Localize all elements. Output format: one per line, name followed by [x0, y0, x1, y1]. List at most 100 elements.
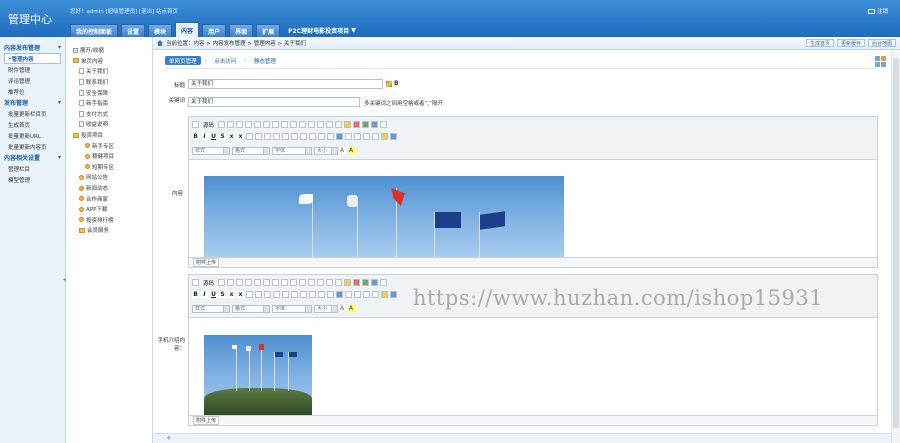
- bg-color-icon[interactable]: A: [349, 147, 356, 154]
- underline-icon[interactable]: U: [210, 133, 217, 140]
- sidebar-item-model[interactable]: 模型管理: [0, 174, 65, 185]
- editor-content[interactable]: [189, 160, 877, 257]
- toolbar-icon[interactable]: [309, 291, 316, 298]
- toolbar-icon[interactable]: [263, 279, 271, 286]
- toolbar-icon[interactable]: [246, 133, 253, 140]
- source-label[interactable]: 源码: [201, 279, 216, 287]
- sidebar-item-manage-content[interactable]: » 管理内容: [4, 53, 61, 64]
- toolbar-icon[interactable]: [227, 121, 235, 128]
- toolbar-icon[interactable]: [264, 291, 271, 298]
- flash-icon[interactable]: [353, 121, 361, 128]
- strike-icon[interactable]: S: [219, 291, 226, 298]
- tab-settings[interactable]: 设置: [121, 24, 146, 37]
- bold-icon[interactable]: B: [192, 291, 199, 298]
- toolbar-icon[interactable]: [272, 121, 280, 128]
- sidebar-section-publish[interactable]: 发布管理 ▾: [0, 97, 65, 108]
- toolbar-icon[interactable]: [245, 279, 253, 286]
- site-map-button[interactable]: 后台地图: [867, 39, 896, 47]
- toolbar-icon[interactable]: [273, 133, 280, 140]
- toolbar-icon[interactable]: [255, 133, 262, 140]
- toolbar-icon[interactable]: [218, 279, 226, 286]
- format-select[interactable]: 格式: [232, 146, 270, 155]
- keyword-input[interactable]: 关于我们: [188, 97, 360, 107]
- toolbar-icon[interactable]: [291, 291, 298, 298]
- toolbar-icon[interactable]: [380, 279, 388, 286]
- strike-icon[interactable]: S: [219, 133, 226, 140]
- tree-node[interactable]: 新手指南: [67, 98, 152, 109]
- toolbar-icon[interactable]: [317, 279, 325, 286]
- sidebar-section-content-publish[interactable]: 内容发布管理 ▾: [0, 42, 65, 53]
- size-select[interactable]: 大小: [314, 304, 338, 313]
- logout-button[interactable]: 注销: [867, 7, 888, 15]
- tree-node[interactable]: 新手专区: [67, 140, 152, 151]
- toolbar-icon[interactable]: [363, 291, 370, 298]
- style-select[interactable]: 样式: [192, 304, 230, 313]
- video-icon[interactable]: [371, 279, 379, 286]
- superscript-icon[interactable]: x: [237, 133, 244, 140]
- tree-node[interactable]: 新闻动态: [67, 183, 152, 194]
- font-color-icon[interactable]: A: [340, 147, 347, 154]
- toolbar-icon[interactable]: [390, 133, 397, 140]
- font-select[interactable]: 字体: [272, 146, 312, 155]
- media-icon[interactable]: [362, 279, 370, 286]
- media-icon[interactable]: [362, 121, 370, 128]
- bold-icon[interactable]: B: [394, 80, 399, 87]
- tree-node[interactable]: 联系我们: [67, 77, 152, 88]
- tab-single-page[interactable]: 单网页管理: [165, 56, 201, 65]
- toolbar-icon[interactable]: [254, 121, 262, 128]
- image-icon[interactable]: [344, 279, 352, 286]
- sidebar-section-content-settings[interactable]: 内容相关设置 ▾: [0, 152, 65, 163]
- sidebar-item-recommend[interactable]: 推荐位: [0, 86, 65, 97]
- toolbar-icon[interactable]: [246, 291, 253, 298]
- sidebar-item-comments[interactable]: 评论管理: [0, 75, 65, 86]
- tab-static[interactable]: 静态管理: [250, 56, 280, 65]
- user-info[interactable]: 您好！admin [超级管理员] [退出] 站点首页: [70, 7, 178, 15]
- toolbar-icon[interactable]: [290, 121, 298, 128]
- bold-icon[interactable]: B: [192, 133, 199, 140]
- toolbar-icon[interactable]: [255, 291, 262, 298]
- video-icon[interactable]: [371, 121, 379, 128]
- toolbar-icon[interactable]: [264, 133, 271, 140]
- tree-node[interactable]: 投资项目: [67, 130, 152, 141]
- toolbar-icon[interactable]: [236, 279, 244, 286]
- update-cache-button[interactable]: 更新缓存: [836, 39, 865, 47]
- flash-icon[interactable]: [353, 279, 361, 286]
- attach-upload-button[interactable]: 附件上传: [193, 415, 220, 425]
- bg-color-icon[interactable]: A: [349, 305, 356, 312]
- toolbar-icon[interactable]: [390, 291, 397, 298]
- toolbar-icon[interactable]: [272, 279, 280, 286]
- subscript-icon[interactable]: x: [228, 291, 235, 298]
- italic-icon[interactable]: I: [201, 291, 208, 298]
- toolbar-icon[interactable]: [254, 279, 262, 286]
- tree-node[interactable]: APP下载: [67, 204, 152, 215]
- toolbar-icon[interactable]: [335, 279, 343, 286]
- tree-node[interactable]: 短期专区: [67, 162, 152, 173]
- toolbar-icon[interactable]: [308, 279, 316, 286]
- tree-node[interactable]: 稳健项目: [67, 151, 152, 162]
- color-picker-icon[interactable]: [386, 81, 392, 87]
- toolbar-icon[interactable]: [372, 291, 379, 298]
- smiley-icon[interactable]: [381, 133, 388, 140]
- toolbar-icon[interactable]: [263, 121, 271, 128]
- tree-node[interactable]: 会员服务: [67, 225, 152, 236]
- toolbar-icon[interactable]: [281, 279, 289, 286]
- tree-node[interactable]: 合作商家: [67, 193, 152, 204]
- scroll-thumb[interactable]: [893, 58, 899, 428]
- toolbar-icon[interactable]: [327, 291, 334, 298]
- font-select[interactable]: 字体: [272, 304, 312, 313]
- tree-node[interactable]: 支付方式: [67, 109, 152, 120]
- toolbar-icon[interactable]: [318, 291, 325, 298]
- tab-my-panel[interactable]: 我的控制面板: [70, 24, 119, 37]
- sidebar-item-attachments[interactable]: 附件管理: [0, 64, 65, 75]
- tab-p2c-project[interactable]: P2C理财电影投资项目 ▼: [283, 24, 361, 37]
- toolbar-icon[interactable]: [345, 291, 352, 298]
- toolbar-icon[interactable]: [309, 133, 316, 140]
- size-select[interactable]: 大小: [314, 146, 338, 155]
- image-icon[interactable]: [344, 121, 352, 128]
- subscript-icon[interactable]: x: [228, 133, 235, 140]
- toolbar-icon[interactable]: [308, 121, 316, 128]
- tree-node[interactable]: − 展开/收缩: [67, 45, 152, 56]
- toolbar-icon[interactable]: [327, 133, 334, 140]
- sidebar-item-update-url[interactable]: 批量更新URL: [0, 130, 65, 141]
- style-select[interactable]: 样式: [192, 146, 230, 155]
